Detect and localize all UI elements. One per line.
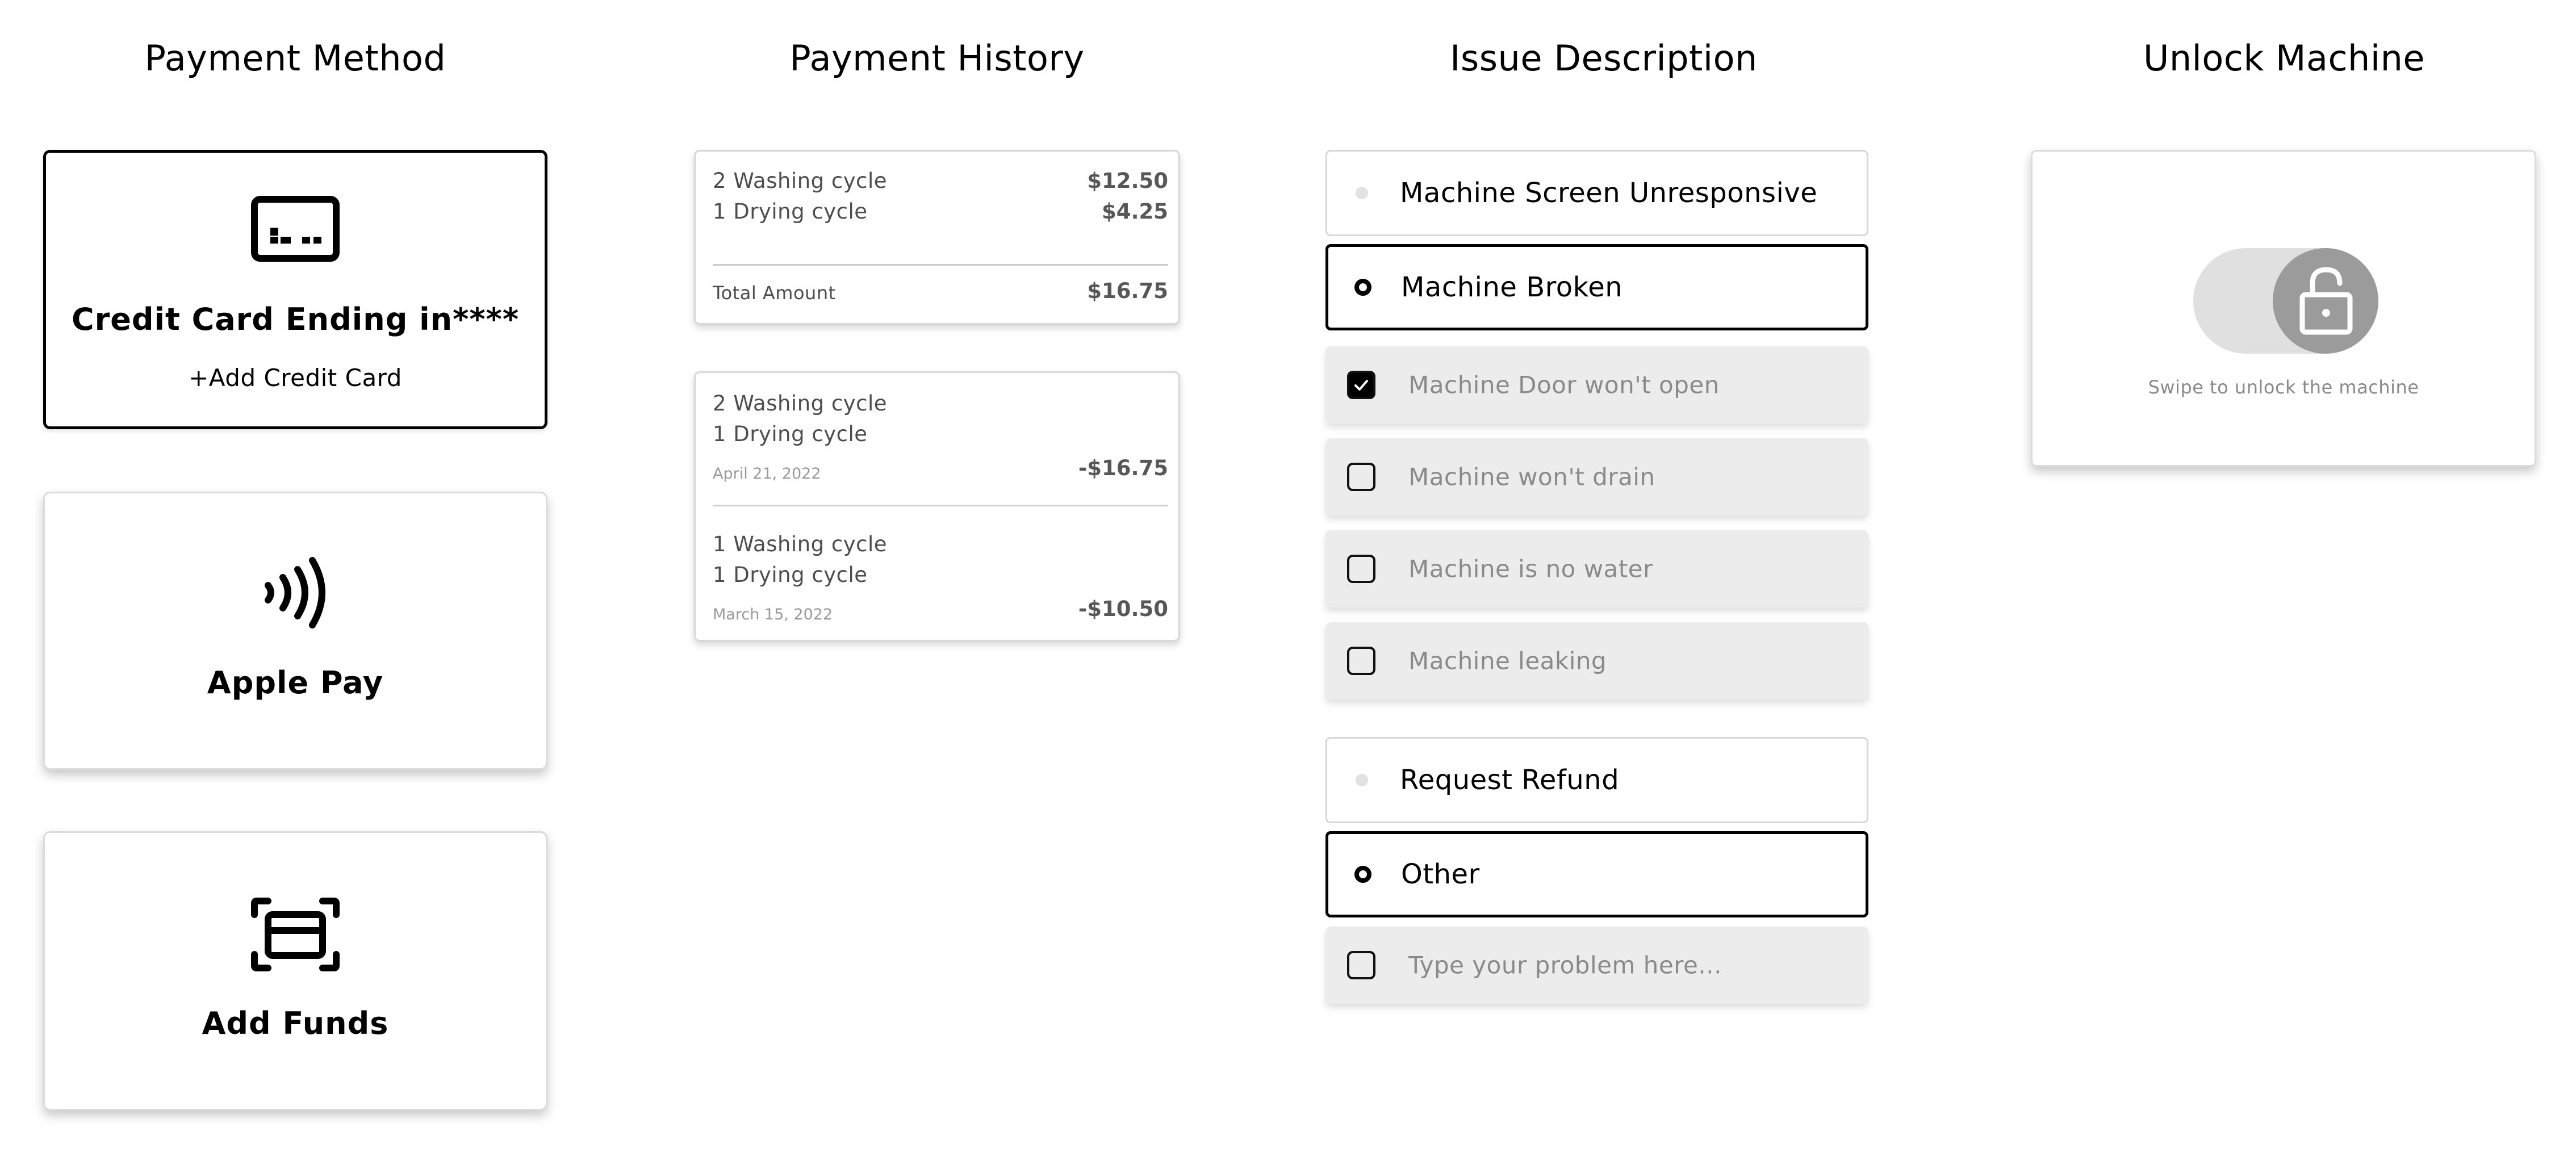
divider — [713, 505, 1168, 506]
divider — [713, 264, 1168, 266]
radio-button-selected[interactable] — [1354, 866, 1371, 883]
summary-item-amount: $12.50 — [1087, 169, 1168, 193]
issue-option-machine-broken[interactable]: Machine Broken — [1325, 244, 1868, 330]
contactless-icon — [45, 556, 546, 630]
transaction-line: 2 Washing cycle — [713, 391, 888, 416]
unlock-icon — [2299, 267, 2353, 335]
issue-option-label: Machine leaking — [1408, 647, 1607, 675]
issue-option-door-wont-open[interactable]: Machine Door won't open — [1325, 346, 1868, 424]
issue-option-screen-unresponsive[interactable]: Machine Screen Unresponsive — [1325, 150, 1868, 236]
add-funds-title: Add Funds — [202, 1005, 389, 1041]
payment-summary-card: 2 Washing cycle $12.50 1 Drying cycle $4… — [694, 150, 1180, 325]
payment-history-heading: Payment History — [789, 37, 1085, 79]
transaction-amount: -$16.75 — [1078, 456, 1168, 480]
unlock-slider-knob[interactable] — [2273, 248, 2378, 354]
checkbox[interactable] — [1347, 463, 1375, 491]
checkbox[interactable] — [1347, 555, 1375, 583]
apple-pay-title: Apple Pay — [207, 665, 384, 701]
issue-option-request-refund[interactable]: Request Refund — [1325, 737, 1868, 823]
issue-option-label: Other — [1401, 858, 1480, 890]
issue-option-label: Machine Screen Unresponsive — [1400, 177, 1818, 209]
radio-button-selected[interactable] — [1354, 279, 1371, 296]
transaction-date: April 21, 2022 — [713, 465, 821, 483]
issue-option-other[interactable]: Other — [1325, 831, 1868, 917]
other-problem-field[interactable] — [1325, 927, 1868, 1004]
payment-method-heading: Payment Method — [144, 37, 446, 79]
transaction-line: 1 Washing cycle — [713, 532, 888, 556]
check-icon — [1354, 380, 1368, 391]
total-amount-label: Total Amount — [713, 282, 836, 304]
issue-option-label: Machine won't drain — [1408, 463, 1655, 491]
total-amount-value: $16.75 — [1087, 279, 1168, 303]
summary-item-amount: $4.25 — [1101, 199, 1168, 224]
issue-option-no-water[interactable]: Machine is no water — [1325, 530, 1868, 607]
issue-option-wont-drain[interactable]: Machine won't drain — [1325, 438, 1868, 516]
transaction-date: March 15, 2022 — [713, 606, 833, 623]
other-problem-input[interactable] — [1408, 951, 1840, 979]
transaction-list-card: 2 Washing cycle 1 Drying cycle April 21,… — [694, 371, 1180, 642]
summary-item-label: 2 Washing cycle — [713, 169, 888, 193]
credit-card-icon — [46, 196, 545, 262]
issue-option-label: Machine Broken — [1401, 271, 1623, 303]
unlock-machine-heading: Unlock Machine — [2143, 37, 2426, 79]
apple-pay-option[interactable]: Apple Pay — [43, 492, 547, 770]
issue-option-leaking[interactable]: Machine leaking — [1325, 622, 1868, 699]
transaction-line: 1 Drying cycle — [713, 563, 868, 587]
checkbox[interactable] — [1347, 951, 1375, 979]
issue-option-label: Request Refund — [1400, 764, 1620, 796]
issue-option-label: Machine Door won't open — [1408, 371, 1720, 399]
summary-item-label: 1 Drying cycle — [713, 199, 868, 224]
radio-button[interactable] — [1356, 187, 1368, 199]
transaction-amount: -$10.50 — [1078, 597, 1168, 621]
scan-card-icon — [45, 898, 546, 971]
checkbox-checked[interactable] — [1347, 371, 1375, 399]
unlock-hint: Swipe to unlock the machine — [2148, 376, 2419, 398]
issue-option-label: Machine is no water — [1408, 555, 1653, 583]
issue-description-heading: Issue Description — [1450, 37, 1758, 79]
add-credit-card-link[interactable]: +Add Credit Card — [46, 364, 545, 392]
transaction-line: 1 Drying cycle — [713, 422, 868, 446]
credit-card-option[interactable]: Credit Card Ending in**** +Add Credit Ca… — [43, 150, 547, 429]
checkbox[interactable] — [1347, 647, 1375, 675]
unlock-machine-card: Swipe to unlock the machine — [2031, 150, 2536, 467]
credit-card-title: Credit Card Ending in**** — [71, 301, 520, 337]
radio-button[interactable] — [1356, 774, 1368, 786]
add-funds-option[interactable]: Add Funds — [43, 831, 547, 1110]
